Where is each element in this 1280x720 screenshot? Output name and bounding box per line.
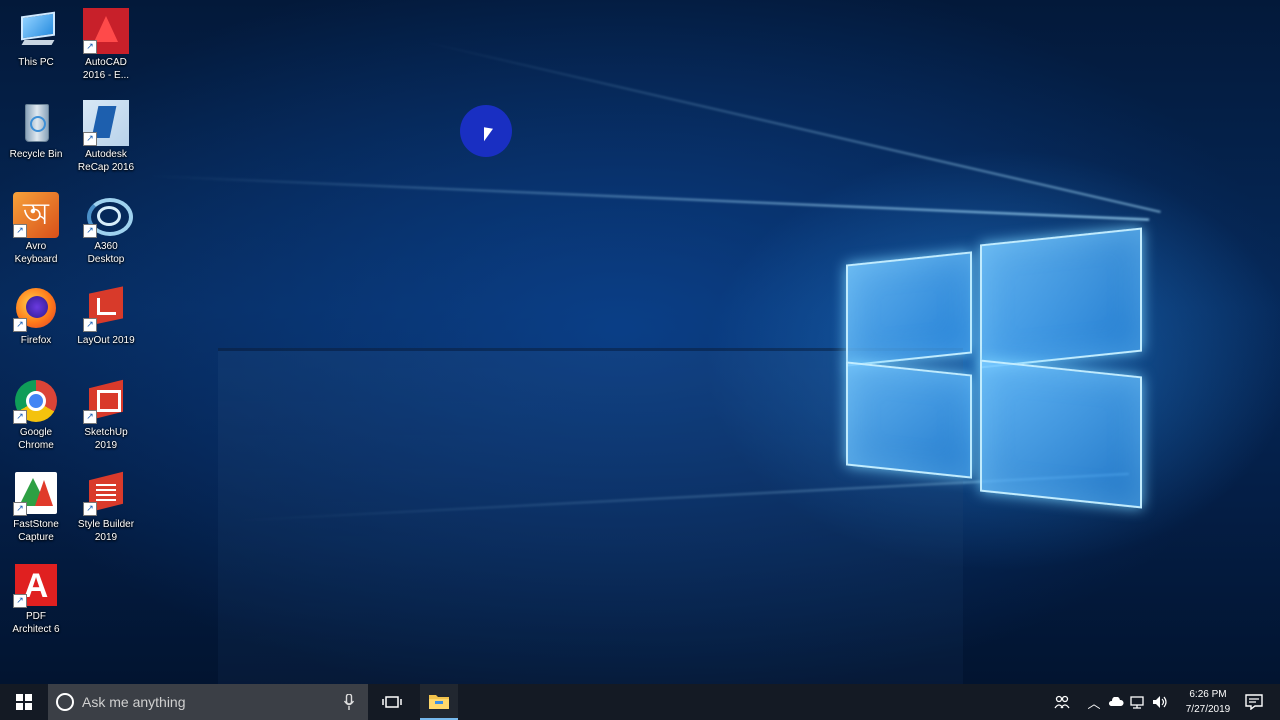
task-view-icon <box>382 696 402 708</box>
desktop-icon-recycle-bin[interactable]: Recycle Bin <box>0 100 72 161</box>
recycle-bin-icon <box>13 100 59 146</box>
start-button[interactable] <box>0 684 48 720</box>
cortana-icon <box>56 693 74 711</box>
desktop-icon-autocad[interactable]: ↗ AutoCAD 2016 - E... <box>70 8 142 82</box>
layout-icon: ↗ <box>83 286 129 332</box>
desktop-icon-label: AutoCAD 2016 - E... <box>82 57 130 81</box>
windows-start-icon <box>16 694 32 710</box>
clock-time: 6:26 PM <box>1189 689 1227 700</box>
show-hidden-icons-chevron-icon[interactable]: ︿ <box>1086 684 1102 720</box>
desktop-icon-label: This PC <box>18 57 54 68</box>
avro-keyboard-icon: অ ↗ <box>13 192 59 238</box>
microphone-icon[interactable] <box>344 694 354 710</box>
desktop-icon-label: Autodesk ReCap 2016 <box>77 149 135 173</box>
taskbar-file-explorer[interactable] <box>420 684 458 720</box>
desktop-wallpaper[interactable]: This PC ↗ AutoCAD 2016 - E... Recycle Bi… <box>0 0 1280 684</box>
desktop-icon-sketchup[interactable]: ↗ SketchUp 2019 <box>70 378 142 452</box>
pdf-architect-icon: A ↗ <box>13 562 59 608</box>
cloud-icon[interactable] <box>1107 684 1125 720</box>
taskbar-clock[interactable]: 6:26 PM 7/27/2019 <box>1180 687 1236 717</box>
this-pc-icon <box>13 8 59 54</box>
search-placeholder: Ask me anything <box>82 694 186 710</box>
mouse-pointer-icon <box>484 127 493 143</box>
desktop-icon-label: LayOut 2019 <box>77 335 135 346</box>
task-view-button[interactable] <box>370 684 414 720</box>
desktop-icon-faststone-capture[interactable]: ↗ FastStone Capture <box>0 470 72 544</box>
firefox-icon: ↗ <box>13 286 59 332</box>
a360-icon: ↗ <box>83 192 133 238</box>
desktop-icon-label: SketchUp 2019 <box>84 427 128 451</box>
desktop-icon-label: FastStone Capture <box>13 519 59 543</box>
desktop-icon-a360[interactable]: ↗ A360 Desktop <box>70 192 142 266</box>
desktop-icon-label: Google Chrome <box>18 427 54 451</box>
style-builder-icon: ↗ <box>83 470 129 516</box>
desktop-icon-label: Style Builder 2019 <box>77 519 135 543</box>
recap-icon: ↗ <box>83 100 129 146</box>
desktop-icon-label: PDF Architect 6 <box>12 611 60 635</box>
desktop-icon-firefox[interactable]: ↗ Firefox <box>0 286 72 347</box>
network-icon[interactable] <box>1128 684 1146 720</box>
desktop-icon-pdf-architect[interactable]: A ↗ PDF Architect 6 <box>0 562 72 636</box>
desktop-icon-label: Recycle Bin <box>9 149 63 160</box>
light-beam <box>149 175 1150 221</box>
sketchup-icon: ↗ <box>83 378 129 424</box>
notification-icon <box>1245 694 1263 710</box>
desktop-icon-avro-keyboard[interactable]: অ ↗ Avro Keyboard <box>0 192 72 266</box>
desktop-icon-style-builder[interactable]: ↗ Style Builder 2019 <box>70 470 142 544</box>
faststone-capture-icon: ↗ <box>13 470 59 516</box>
desktop-icon-layout[interactable]: ↗ LayOut 2019 <box>70 286 142 347</box>
desktop-icon-this-pc[interactable]: This PC <box>0 8 72 69</box>
desktop-icon-google-chrome[interactable]: ↗ Google Chrome <box>0 378 72 452</box>
desktop-icon-label: Firefox <box>20 335 52 346</box>
light-beam <box>419 40 1161 213</box>
clock-date: 7/27/2019 <box>1185 704 1231 715</box>
desktop-icon-label: A360 Desktop <box>87 241 125 265</box>
file-explorer-icon <box>429 695 449 709</box>
action-center-button[interactable] <box>1240 684 1268 720</box>
desktop-icon-label: Avro Keyboard <box>14 241 58 265</box>
chrome-icon: ↗ <box>13 378 59 424</box>
desktop-icon-autodesk-recap[interactable]: ↗ Autodesk ReCap 2016 <box>70 100 142 174</box>
people-icon[interactable] <box>1052 684 1072 720</box>
cortana-search-box[interactable]: Ask me anything <box>48 684 368 720</box>
volume-icon[interactable] <box>1150 684 1170 720</box>
autocad-icon: ↗ <box>83 8 129 54</box>
taskbar: Ask me anything ︿ 6:26 PM 7/27/2019 <box>0 684 1280 720</box>
